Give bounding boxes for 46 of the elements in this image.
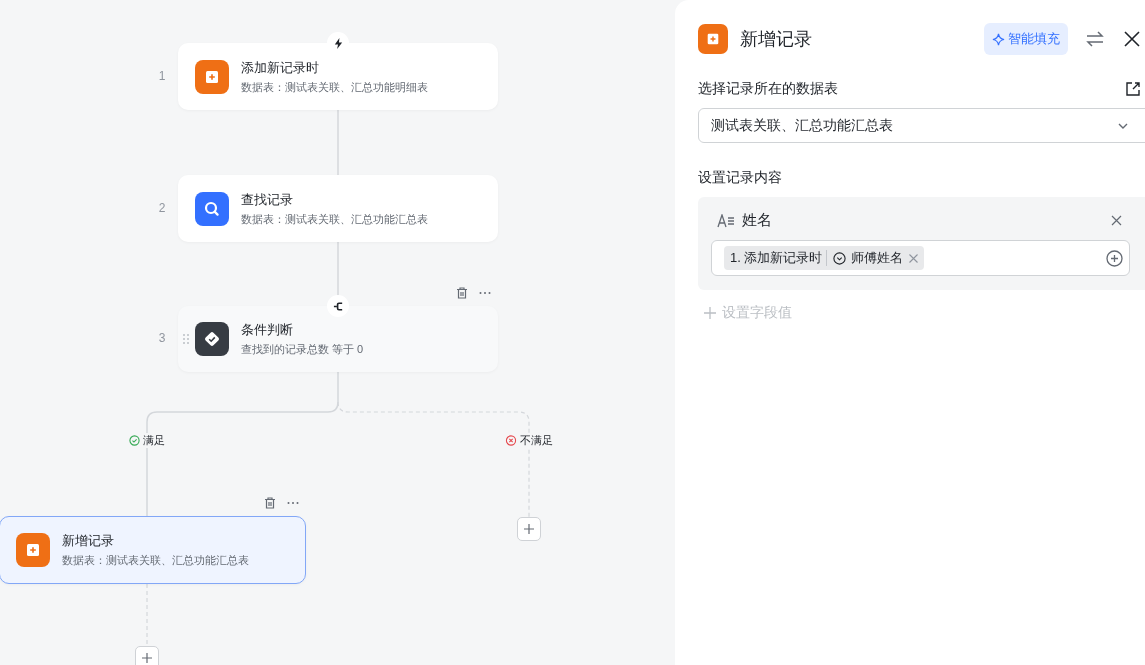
node-title: 条件判断 (241, 321, 294, 339)
field-name: 姓名 (742, 211, 773, 230)
add-record-icon (195, 59, 229, 94)
add-circle-icon[interactable] (1106, 249, 1123, 267)
error-circle-icon (505, 435, 517, 446)
add-record-icon (16, 533, 50, 567)
node-subtitle: 查找到的记录总数 等于 0 (241, 342, 364, 357)
field-reference: 师傅姓名 (851, 249, 904, 267)
step-number: 1 (157, 68, 167, 83)
drag-handle-icon[interactable] (182, 333, 190, 345)
node-title: 新增记录 (62, 532, 115, 550)
search-icon (195, 191, 229, 226)
branch-label: 不满足 (519, 433, 553, 448)
delete-icon[interactable] (455, 286, 469, 300)
plus-icon (703, 306, 717, 320)
step-reference: 1. 添加新记录时 (730, 249, 823, 267)
node-title: 添加新记录时 (241, 58, 320, 77)
flow-node[interactable]: 条件判断 查找到的记录总数 等于 0 (178, 306, 498, 372)
step-number: 2 (157, 200, 167, 215)
plus-icon (141, 652, 153, 664)
flow-node[interactable]: 新增记录 数据表：测试表关联、汇总功能汇总表 (0, 516, 306, 584)
value-field[interactable]: 1. 添加新记录时 师傅姓名 (711, 240, 1130, 276)
check-circle-icon (129, 435, 140, 446)
smart-fill-button[interactable]: 智能填充 (984, 23, 1068, 55)
add-record-icon (698, 24, 728, 54)
node-subtitle: 数据表：测试表关联、汇总功能明细表 (241, 79, 428, 95)
sparkle-icon (992, 32, 1005, 46)
branch-icon (327, 295, 349, 317)
chevron-circle-icon (833, 251, 847, 265)
node-subtitle: 数据表：测试表关联、汇总功能汇总表 (241, 211, 428, 227)
table-select[interactable]: 测试表关联、汇总功能汇总表 (698, 108, 1145, 143)
flow-node[interactable]: 查找记录 数据表：测试表关联、汇总功能汇总表 (178, 175, 498, 242)
plus-icon (523, 523, 535, 535)
delete-icon[interactable] (263, 496, 277, 510)
swap-icon[interactable] (1085, 29, 1105, 49)
field-label: 选择记录所在的数据表 (698, 80, 838, 98)
panel-title: 新增记录 (740, 28, 813, 51)
node-title: 查找记录 (241, 190, 294, 209)
node-subtitle: 数据表：测试表关联、汇总功能汇总表 (62, 553, 249, 568)
branch-label: 满足 (143, 433, 165, 448)
section-label: 设置记录内容 (698, 169, 783, 187)
close-icon[interactable] (1122, 29, 1142, 49)
external-link-icon[interactable] (1125, 81, 1141, 97)
step-number: 3 (157, 331, 167, 345)
text-field-icon (717, 213, 735, 228)
flow-node[interactable]: 添加新记录时 数据表：测试表关联、汇总功能明细表 (178, 43, 498, 110)
